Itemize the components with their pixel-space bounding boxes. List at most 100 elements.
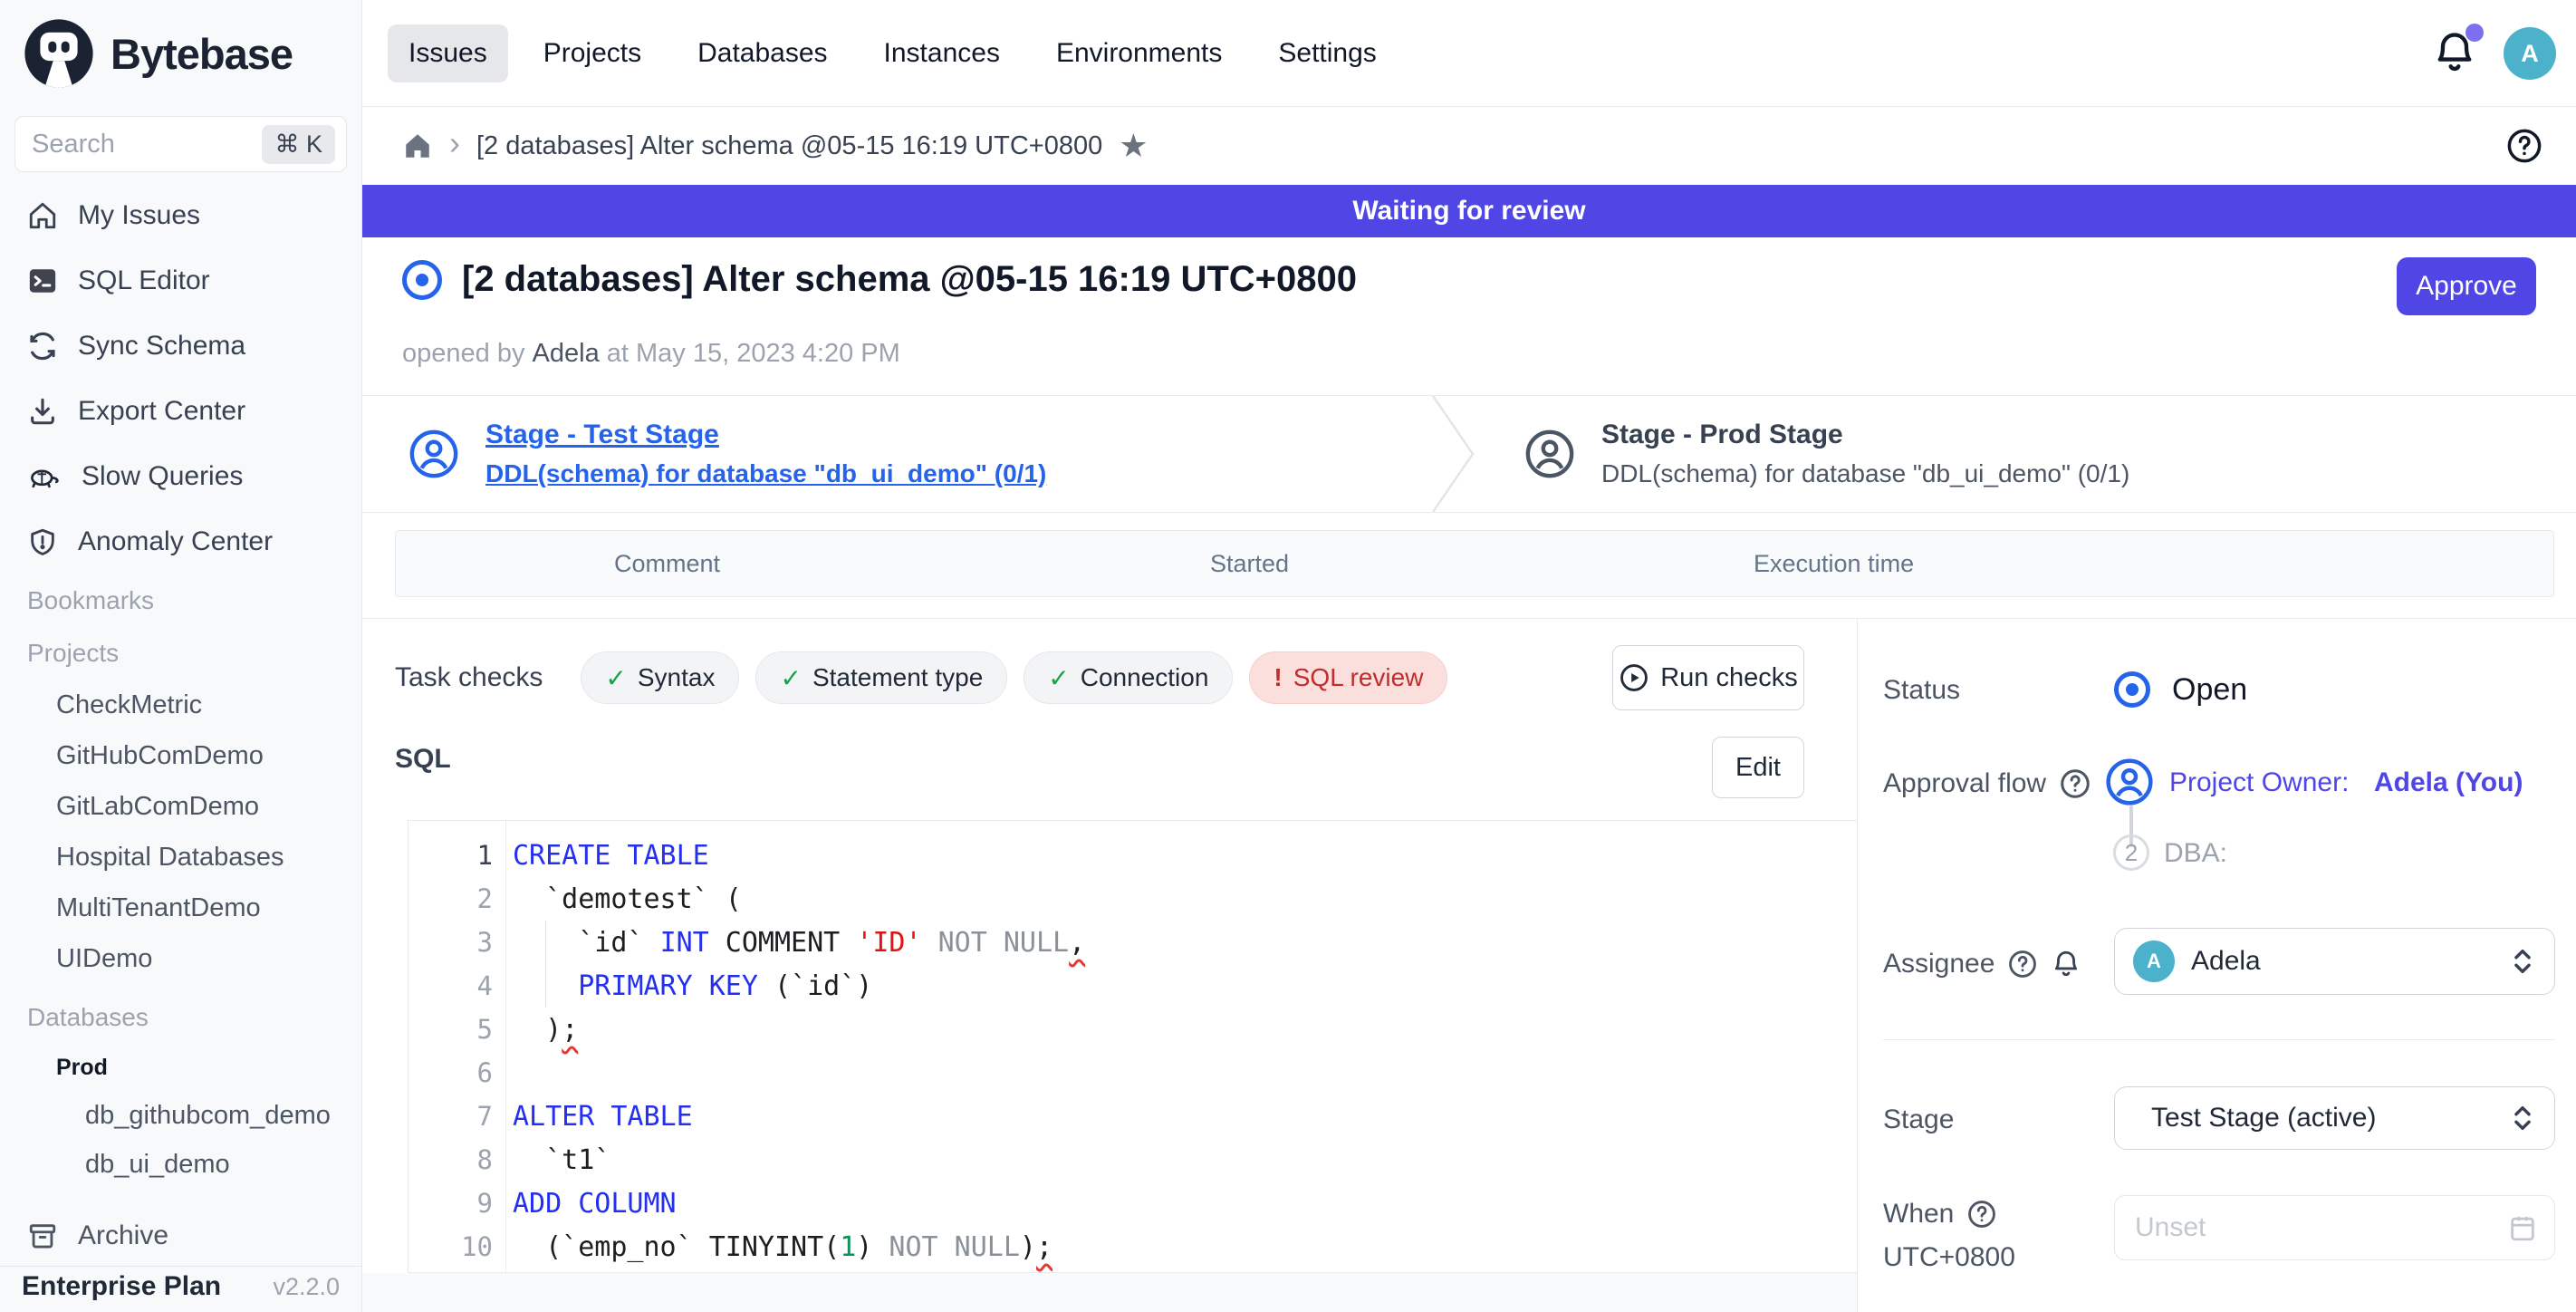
stage-name: Stage - Prod Stage	[1601, 420, 2129, 450]
shield-icon	[27, 526, 58, 557]
stage-task-link[interactable]: DDL(schema) for database "db_ui_demo" (0…	[485, 459, 1046, 488]
check-pill-connection[interactable]: ✓ Connection	[1024, 651, 1233, 704]
plan-bar: Enterprise Plan v2.2.0	[0, 1266, 361, 1312]
sidebar-item-sync-schema[interactable]: Sync Schema	[0, 314, 361, 379]
sidebar-section-bookmarks: Bookmarks	[0, 574, 361, 627]
user-avatar[interactable]: A	[2504, 27, 2556, 80]
terminal-icon	[27, 265, 58, 296]
assignee-avatar: A	[2133, 941, 2175, 982]
stage-card-test[interactable]: Stage - Test Stage DDL(schema) for datab…	[408, 396, 1046, 512]
bell-icon[interactable]	[2051, 949, 2081, 979]
sidebar-item-anomaly-center[interactable]: Anomaly Center	[0, 509, 361, 574]
sidebar-item-gitlabcomdemo[interactable]: GitLabComDemo	[0, 781, 361, 832]
help-circle-icon[interactable]	[1966, 1199, 1997, 1230]
notification-bell-button[interactable]	[2431, 29, 2482, 80]
stage-value: Test Stage (active)	[2151, 1103, 2509, 1134]
line-number: 4	[409, 970, 493, 1001]
stage-pipeline: Stage - Test Stage DDL(schema) for datab…	[362, 395, 2576, 513]
help-circle-icon[interactable]	[2007, 949, 2038, 979]
sidebar: Bytebase ⌘ K My Issues SQL Editor Sync S…	[0, 0, 362, 1312]
sidebar-item-hospital-databases[interactable]: Hospital Databases	[0, 832, 361, 883]
sidebar-item-label: Archive	[78, 1220, 168, 1251]
assignee-value: Adela	[2191, 946, 2509, 977]
issue-author: Adela	[533, 339, 600, 368]
approve-button[interactable]: Approve	[2397, 257, 2536, 315]
calendar-icon	[2507, 1212, 2538, 1243]
tab-settings[interactable]: Settings	[1257, 24, 1397, 82]
opened-at: at May 15, 2023 4:20 PM	[607, 339, 900, 368]
line-number: 6	[409, 1057, 493, 1088]
home-icon[interactable]	[402, 130, 433, 161]
stage-name-link[interactable]: Stage - Test Stage	[485, 420, 1046, 450]
sidebar-item-label: SQL Editor	[78, 265, 210, 296]
check-pill-syntax[interactable]: ✓ Syntax	[581, 651, 739, 704]
sidebar-item-label: Export Center	[78, 396, 245, 427]
tab-projects[interactable]: Projects	[523, 24, 662, 82]
approval-step1-name[interactable]: Adela (You)	[2374, 767, 2523, 798]
approver-step1-icon	[2104, 757, 2155, 807]
breadcrumb-title[interactable]: [2 databases] Alter schema @05-15 16:19 …	[476, 131, 1102, 161]
brand-logo[interactable]: Bytebase	[0, 0, 361, 107]
help-circle-icon[interactable]	[2059, 767, 2091, 800]
stage-select[interactable]: Test Stage (active)	[2114, 1086, 2555, 1150]
person-circle-icon	[408, 428, 460, 480]
check-label: Statement type	[812, 663, 983, 692]
home-icon	[27, 200, 58, 231]
sidebar-item-githubcomdemo[interactable]: GitHubComDemo	[0, 730, 361, 781]
issue-sidebar: Status Open Approval flow Project Owner:…	[1857, 619, 2576, 1312]
breadcrumb: › [2 databases] Alter schema @05-15 16:1…	[362, 107, 2576, 185]
status-banner-text: Waiting for review	[1352, 196, 1585, 227]
sidebar-item-my-issues[interactable]: My Issues	[0, 183, 361, 248]
stage-separator-chevron	[1429, 396, 1476, 512]
star-icon[interactable]: ★	[1119, 127, 1148, 165]
search-input[interactable]	[32, 130, 262, 159]
approval-flow-text: Approval flow	[1883, 768, 2046, 799]
stage-task: DDL(schema) for database "db_ui_demo" (0…	[1601, 459, 2129, 488]
help-icon[interactable]	[2505, 127, 2543, 165]
issue-header: [2 databases] Alter schema @05-15 16:19 …	[362, 237, 2576, 395]
step-number: 2	[2125, 839, 2138, 867]
assignee-select[interactable]: A Adela	[2114, 928, 2555, 995]
status-open-icon	[2114, 671, 2150, 708]
run-checks-button[interactable]: Run checks	[1612, 645, 1804, 710]
sidebar-item-slow-queries[interactable]: Slow Queries	[0, 444, 361, 509]
when-date-input[interactable]: Unset	[2114, 1195, 2555, 1260]
sidebar-item-db-ui-demo[interactable]: db_ui_demo	[0, 1140, 361, 1189]
sidebar-item-label: Slow Queries	[82, 461, 243, 492]
sidebar-item-multitenantdemo[interactable]: MultiTenantDemo	[0, 883, 361, 933]
check-pill-sql-review[interactable]: ! SQL review	[1249, 651, 1447, 704]
line-number: 7	[409, 1101, 493, 1132]
sql-section-label: SQL	[395, 744, 451, 775]
tab-instances[interactable]: Instances	[863, 24, 1021, 82]
sidebar-item-sql-editor[interactable]: SQL Editor	[0, 248, 361, 314]
run-checks-label: Run checks	[1660, 663, 1798, 693]
sidebar-item-export-center[interactable]: Export Center	[0, 379, 361, 444]
approval-flow-label: Approval flow	[1883, 767, 2091, 800]
check-icon: ✓	[1048, 663, 1069, 693]
tab-issues[interactable]: Issues	[388, 24, 508, 82]
main-area: Issues Projects Databases Instances Envi…	[362, 0, 2576, 1312]
when-label: When	[1883, 1199, 1997, 1230]
assignee-text: Assignee	[1883, 949, 1994, 979]
tab-databases[interactable]: Databases	[677, 24, 848, 82]
tab-environments[interactable]: Environments	[1035, 24, 1243, 82]
task-checks-label: Task checks	[395, 662, 543, 693]
line-number: 8	[409, 1144, 493, 1175]
archive-icon	[27, 1220, 58, 1251]
sidebar-item-archive[interactable]: Archive	[0, 1203, 361, 1269]
check-icon: ✓	[780, 663, 801, 693]
sidebar-item-uidemo[interactable]: UIDemo	[0, 933, 361, 984]
sidebar-section-projects: Projects	[0, 627, 361, 680]
bytebase-logo-icon	[20, 14, 98, 92]
status-value: Open	[2172, 672, 2247, 708]
task-table-header: Comment Started Execution time	[395, 530, 2554, 597]
stage-card-prod[interactable]: Stage - Prod Stage DDL(schema) for datab…	[1523, 396, 2129, 512]
col-started: Started	[1210, 531, 1289, 596]
check-pill-statement-type[interactable]: ✓ Statement type	[755, 651, 1007, 704]
sidebar-item-checkmetric[interactable]: CheckMetric	[0, 680, 361, 730]
search-input-wrap[interactable]: ⌘ K	[14, 116, 347, 172]
line-number: 2	[409, 883, 493, 914]
issue-open-icon	[402, 260, 442, 300]
edit-sql-button[interactable]: Edit	[1712, 737, 1804, 798]
sidebar-item-db-githubcom-demo[interactable]: db_githubcom_demo	[0, 1091, 361, 1140]
